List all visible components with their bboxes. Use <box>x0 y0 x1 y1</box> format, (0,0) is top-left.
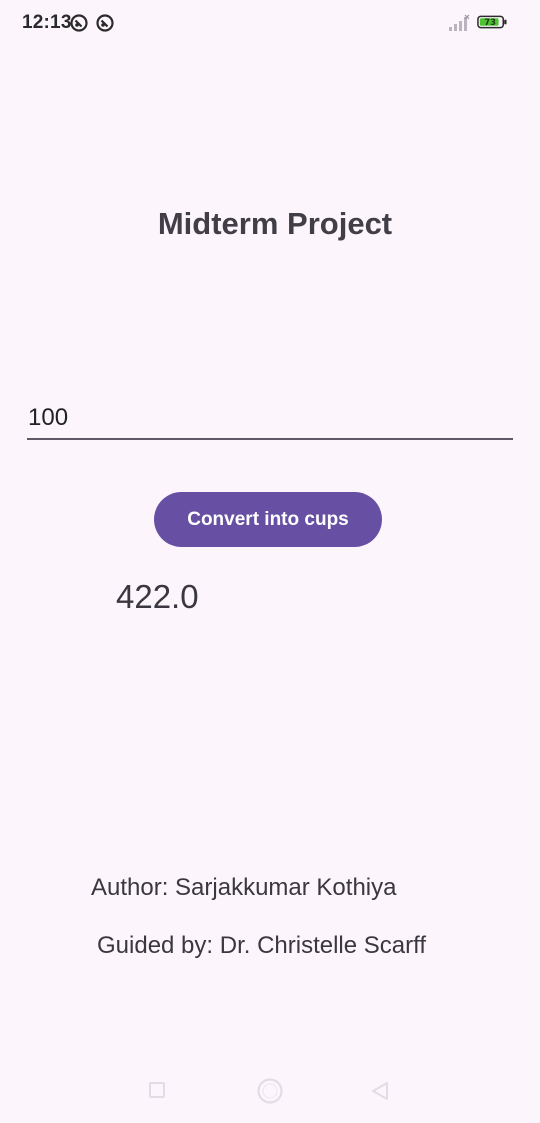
status-time: 12:13 <box>22 12 72 33</box>
amount-field[interactable] <box>27 398 514 440</box>
input-underline <box>27 438 513 440</box>
signal-icon <box>449 14 470 31</box>
result-value: 422.0 <box>116 578 199 615</box>
home-button[interactable] <box>256 1077 284 1105</box>
convert-button[interactable]: Convert into cups <box>154 492 382 547</box>
status-bar: 12:13 73 <box>0 0 540 46</box>
system-nav-bar <box>0 1068 540 1112</box>
notification-icon <box>70 14 88 32</box>
amount-input[interactable] <box>27 398 514 438</box>
page-title: Midterm Project <box>157 206 393 241</box>
battery-icon: 73 <box>477 15 507 29</box>
guided-by-text: Guided by: Dr. Christelle Scarff <box>97 932 427 959</box>
author-text: Author: Sarjakkumar Kothiya <box>91 874 397 901</box>
battery-level: 73 <box>484 17 496 27</box>
notification-icon <box>96 14 114 32</box>
recents-button[interactable] <box>149 1082 165 1098</box>
back-button[interactable] <box>369 1080 391 1102</box>
